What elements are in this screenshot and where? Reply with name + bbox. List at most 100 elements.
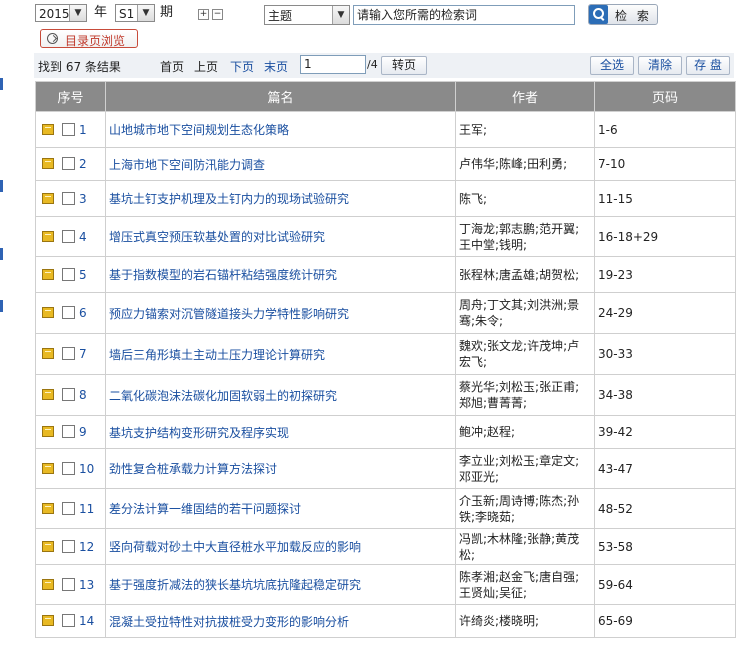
article-title-link[interactable]: 山地城市地下空间规划生态化策略 (105, 111, 456, 148)
row-checkbox[interactable] (62, 122, 75, 136)
row-checkbox[interactable] (62, 267, 75, 281)
article-pages: 43-47 (594, 448, 736, 489)
book-icon[interactable] (42, 578, 54, 590)
row-number: 10 (79, 461, 95, 476)
book-icon[interactable] (42, 123, 54, 135)
year-select[interactable]: 2015 ▼ (35, 4, 87, 22)
goto-page-button[interactable]: 转页 (381, 56, 427, 75)
article-authors: 张程林;唐孟雄;胡贺松; (455, 256, 595, 293)
article-pages: 7-10 (594, 147, 736, 181)
article-pages: 30-33 (594, 333, 736, 375)
book-icon[interactable] (42, 230, 54, 242)
table-row: 13 基于强度折减法的狭长基坑坑底抗隆起稳定研究 陈孝湘;赵金飞;唐自强;王贤灿;吴… (35, 564, 736, 605)
article-title-link[interactable]: 上海市地下空间防汛能力调查 (105, 147, 456, 181)
row-seq-cell: 1 (35, 111, 106, 148)
article-authors: 许绮炎;楼晓明; (455, 604, 595, 638)
table-row: 11 差分法计算一维固结的若干问题探讨 介玉新;周诗博;陈杰;孙铁;李晓茹; 48-5… (35, 488, 736, 529)
select-all-button[interactable]: 全选 (590, 56, 634, 75)
article-pages: 11-15 (594, 180, 736, 217)
expand-plus-icon[interactable]: + (198, 9, 209, 20)
page-left-edge (0, 0, 4, 655)
row-checkbox[interactable] (62, 306, 75, 319)
article-title-link[interactable]: 混凝土受拉特性对抗拔桩受力变形的影响分析 (105, 604, 456, 638)
results-table: 序号 篇名 作者 页码 1 山地城市地下空间规划生态化策略 王军; 1-6 2 上海市地下… (35, 81, 736, 638)
directory-browse-button[interactable]: 目录页浏览 (40, 29, 138, 48)
row-checkbox[interactable] (62, 191, 75, 205)
issue-select[interactable]: S1 ▼ (115, 4, 155, 22)
article-title-link[interactable]: 预应力锚索对沉管隧道接头力学特性影响研究 (105, 292, 456, 334)
search-button-label: 检 索 (615, 9, 652, 23)
keyword-input[interactable]: 请输入您所需的检索词 (353, 5, 575, 25)
row-seq-cell: 5 (35, 256, 106, 293)
row-seq-cell: 12 (35, 528, 106, 565)
row-checkbox[interactable] (62, 425, 75, 438)
table-row: 1 山地城市地下空间规划生态化策略 王军; 1-6 (35, 111, 736, 148)
row-checkbox[interactable] (62, 388, 75, 401)
article-pages: 59-64 (594, 564, 736, 605)
field-select[interactable]: 主题 ▼ (264, 5, 350, 25)
article-authors: 卢伟华;陈峰;田利勇; (455, 147, 595, 181)
save-button[interactable]: 存 盘 (686, 56, 730, 75)
row-seq-cell: 2 (35, 147, 106, 181)
year-label: 年 (94, 5, 108, 20)
book-icon[interactable] (42, 389, 54, 400)
book-icon[interactable] (42, 348, 54, 359)
row-seq-cell: 10 (35, 448, 106, 489)
field-select-value: 主题 (268, 9, 293, 23)
table-row: 9 基坑支护结构变形研究及程序实现 鲍冲;赵程; 39-42 (35, 415, 736, 449)
book-icon[interactable] (42, 426, 54, 437)
article-title-link[interactable]: 基坑支护结构变形研究及程序实现 (105, 415, 456, 449)
table-header-row: 序号 篇名 作者 页码 (35, 81, 736, 112)
article-title-link[interactable]: 差分法计算一维固结的若干问题探讨 (105, 488, 456, 529)
row-checkbox[interactable] (62, 577, 75, 591)
article-title-link[interactable]: 二氧化碳泡沫法碳化加固软弱土的初探研究 (105, 374, 456, 416)
row-number: 2 (79, 157, 87, 171)
article-title-link[interactable]: 增压式真空预压软基处置的对比试验研究 (105, 216, 456, 257)
table-row: 2 上海市地下空间防汛能力调查 卢伟华;陈峰;田利勇; 7-10 (35, 147, 736, 181)
row-number: 11 (79, 501, 95, 516)
prev-page-link[interactable]: 上页 (194, 58, 218, 75)
book-icon[interactable] (42, 192, 54, 204)
row-checkbox[interactable] (62, 461, 75, 475)
chevron-down-icon: ▼ (137, 5, 154, 21)
book-icon[interactable] (42, 540, 54, 552)
book-icon[interactable] (42, 615, 54, 626)
article-authors: 魏欢;张文龙;许茂坤;卢宏飞; (455, 333, 595, 375)
row-seq-cell: 6 (35, 292, 106, 334)
row-checkbox[interactable] (62, 614, 75, 627)
article-authors: 冯凯;木林隆;张静;黄茂松; (455, 528, 595, 565)
article-title-link[interactable]: 基于指数模型的岩石锚杆粘结强度统计研究 (105, 256, 456, 293)
row-checkbox[interactable] (62, 229, 75, 243)
book-icon[interactable] (42, 158, 54, 169)
issue-label: 期 (160, 5, 174, 20)
row-checkbox[interactable] (62, 539, 75, 553)
clear-button[interactable]: 清除 (638, 56, 682, 75)
book-icon[interactable] (42, 307, 54, 318)
search-button[interactable]: 检 索 (588, 4, 658, 25)
collapse-minus-icon[interactable]: − (212, 9, 223, 20)
paging-bar: 找到 67 条结果 首页 上页 下页 末页 1 /4 转页 全选 清除 存 盘 (34, 53, 734, 78)
first-page-link[interactable]: 首页 (160, 58, 184, 75)
table-row: 10 劲性复合桩承载力计算方法探讨 李立业;刘松玉;章定文;邓亚光; 43-47 (35, 448, 736, 489)
article-title-link[interactable]: 竖向荷载对砂土中大直径桩水平加载反应的影响 (105, 528, 456, 565)
article-pages: 1-6 (594, 111, 736, 148)
article-title-link[interactable]: 劲性复合桩承载力计算方法探讨 (105, 448, 456, 489)
next-page-link[interactable]: 下页 (230, 58, 254, 75)
row-checkbox[interactable] (62, 501, 75, 515)
article-title-link[interactable]: 基于强度折减法的狭长基坑坑底抗隆起稳定研究 (105, 564, 456, 605)
article-title-link[interactable]: 墙后三角形填土主动土压力理论计算研究 (105, 333, 456, 375)
chevron-down-icon: ▼ (332, 6, 349, 24)
book-icon[interactable] (42, 502, 54, 514)
row-checkbox[interactable] (62, 347, 75, 360)
header-title: 篇名 (105, 81, 456, 112)
book-icon[interactable] (42, 462, 54, 474)
header-authors: 作者 (455, 81, 595, 112)
book-icon[interactable] (42, 268, 54, 280)
article-title-link[interactable]: 基坑土钉支护机理及土钉内力的现场试验研究 (105, 180, 456, 217)
row-number: 5 (79, 267, 87, 282)
row-number: 8 (79, 388, 87, 402)
row-checkbox[interactable] (62, 157, 75, 170)
result-count: 找到 67 条结果 (38, 60, 121, 74)
page-number-input[interactable]: 1 (300, 55, 366, 74)
last-page-link[interactable]: 末页 (264, 58, 288, 75)
